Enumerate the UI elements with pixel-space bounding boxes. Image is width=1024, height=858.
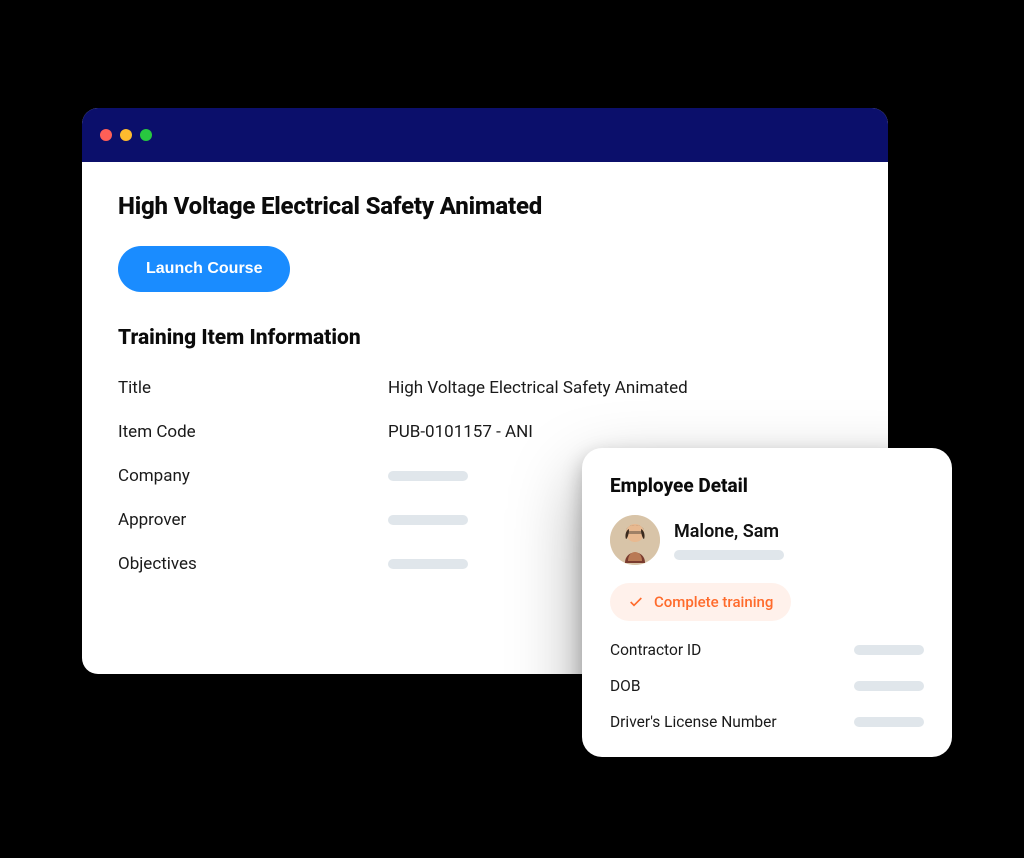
employee-summary-row: Malone, Sam <box>610 515 924 565</box>
detail-row-license: Driver's License Number <box>610 713 924 731</box>
detail-label: Contractor ID <box>610 641 701 659</box>
placeholder-bar <box>854 717 924 727</box>
avatar <box>610 515 660 565</box>
field-label-company: Company <box>118 466 388 486</box>
window-minimize-icon[interactable] <box>120 129 132 141</box>
window-maximize-icon[interactable] <box>140 129 152 141</box>
card-title: Employee Detail <box>610 474 924 497</box>
field-label-approver: Approver <box>118 510 388 530</box>
window-close-icon[interactable] <box>100 129 112 141</box>
employee-detail-card: Employee Detail Malone, Sam <box>582 448 952 757</box>
field-label-objectives: Objectives <box>118 554 388 574</box>
placeholder-bar <box>854 645 924 655</box>
status-pill[interactable]: Complete training <box>610 583 791 621</box>
placeholder-bar <box>854 681 924 691</box>
placeholder-bar <box>388 471 468 481</box>
placeholder-bar <box>674 550 784 560</box>
detail-row-contractor-id: Contractor ID <box>610 641 924 659</box>
placeholder-bar <box>388 515 468 525</box>
check-icon <box>628 594 644 610</box>
field-label-item-code: Item Code <box>118 422 388 442</box>
field-value-item-code: PUB-0101157 - ANI <box>388 422 852 442</box>
detail-row-dob: DOB <box>610 677 924 695</box>
employee-name: Malone, Sam <box>674 521 784 542</box>
window-titlebar <box>82 108 888 162</box>
page-title: High Voltage Electrical Safety Animated <box>118 192 852 220</box>
placeholder-bar <box>388 559 468 569</box>
status-label: Complete training <box>654 593 773 611</box>
field-value-title: High Voltage Electrical Safety Animated <box>388 378 852 398</box>
avatar-icon <box>610 515 660 565</box>
detail-label: Driver's License Number <box>610 713 777 731</box>
section-title: Training Item Information <box>118 326 852 350</box>
launch-course-button[interactable]: Launch Course <box>118 246 290 292</box>
field-label-title: Title <box>118 378 388 398</box>
detail-label: DOB <box>610 677 641 695</box>
